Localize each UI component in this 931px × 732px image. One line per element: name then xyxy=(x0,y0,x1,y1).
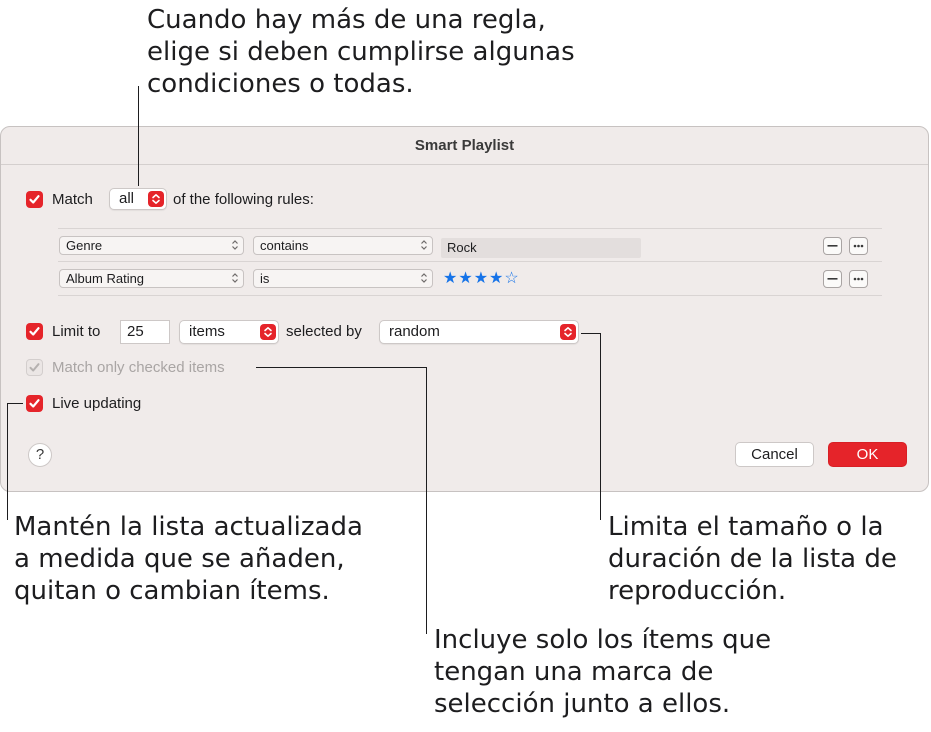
match-suffix-label: of the following rules: xyxy=(173,191,314,208)
leader-line-live-v xyxy=(7,403,8,520)
cancel-button[interactable]: Cancel xyxy=(735,442,814,467)
rule-1-operator: contains xyxy=(260,238,309,253)
live-updating-checkbox[interactable] xyxy=(26,395,43,412)
selected-by-label: selected by xyxy=(286,323,362,340)
rule-1-field-popup[interactable]: Genre xyxy=(59,236,244,255)
checkmark-icon xyxy=(29,195,40,204)
match-mode-value: all xyxy=(119,190,135,207)
remove-rule-1-button[interactable] xyxy=(823,237,842,255)
rule-2-operator-popup[interactable]: is xyxy=(253,269,433,288)
checkmark-icon xyxy=(29,327,40,336)
match-mode-popup[interactable]: all xyxy=(109,188,167,210)
rule-1-value-field[interactable]: Rock xyxy=(441,238,641,258)
remove-rule-2-button[interactable] xyxy=(823,270,842,288)
match-checked-items-label: Match only checked items xyxy=(52,359,225,376)
updown-chevron-icon xyxy=(232,273,238,283)
leader-line-limit-v xyxy=(600,333,601,520)
leader-line-match xyxy=(138,86,139,186)
limit-unit-value: items xyxy=(189,323,225,340)
callout-limit: Limita el tamaño o la duración de la lis… xyxy=(608,512,897,606)
checkmark-icon xyxy=(29,363,40,372)
callout-live-updating: Mantén la lista actualizada a medida que… xyxy=(14,512,363,606)
minus-icon xyxy=(827,245,838,247)
rule-2-more-button[interactable] xyxy=(849,270,868,288)
rule-2-field-popup[interactable]: Album Rating xyxy=(59,269,244,288)
rule-2-operator: is xyxy=(260,271,270,286)
selected-by-value: random xyxy=(389,323,440,340)
limit-unit-popup[interactable]: items xyxy=(179,320,279,344)
updown-chevron-icon xyxy=(421,240,427,250)
updown-chevron-icon xyxy=(260,324,276,340)
leader-line-limit-h xyxy=(581,333,600,334)
match-checkbox[interactable] xyxy=(26,191,43,208)
rule-separator xyxy=(58,261,882,262)
updown-chevron-icon xyxy=(560,324,576,340)
updown-chevron-icon xyxy=(148,191,164,207)
star-filled-icon: ★★★★ xyxy=(443,270,505,287)
selected-by-popup[interactable]: random xyxy=(379,320,579,344)
match-label: Match xyxy=(52,191,93,208)
rule-2-field: Album Rating xyxy=(66,271,145,286)
live-updating-label: Live updating xyxy=(52,395,142,412)
limit-checkbox[interactable] xyxy=(26,323,43,340)
rule-1-more-button[interactable] xyxy=(849,237,868,255)
leader-line-checked-v xyxy=(426,367,427,634)
leader-line-live-h xyxy=(7,403,23,404)
leader-line-checked-h xyxy=(256,367,426,368)
callout-match-rules: Cuando hay más de una regla, elige si de… xyxy=(147,5,575,99)
minus-icon xyxy=(827,278,838,280)
help-button[interactable]: ? xyxy=(28,443,52,467)
updown-chevron-icon xyxy=(421,273,427,283)
limit-label: Limit to xyxy=(52,323,101,340)
rule-1-operator-popup[interactable]: contains xyxy=(253,236,433,255)
rule-1-field: Genre xyxy=(66,238,103,253)
rules-list: Genre contains Rock Album Rating is ★★★★… xyxy=(58,228,882,296)
match-checked-items-checkbox[interactable] xyxy=(26,359,43,376)
checkmark-icon xyxy=(29,399,40,408)
ok-button[interactable]: OK xyxy=(828,442,907,467)
updown-chevron-icon xyxy=(232,240,238,250)
limit-amount-field[interactable]: 25 xyxy=(120,320,170,344)
ellipsis-icon xyxy=(853,277,864,281)
dialog-title: Smart Playlist xyxy=(1,127,928,165)
ellipsis-icon xyxy=(853,244,864,248)
star-empty-icon: ☆ xyxy=(504,270,520,287)
rule-2-rating-stars[interactable]: ★★★★☆ xyxy=(443,270,520,288)
callout-checked-items: Incluye solo los ítems que tengan una ma… xyxy=(434,625,772,719)
smart-playlist-dialog: Smart Playlist Match all of the followin… xyxy=(0,126,929,492)
